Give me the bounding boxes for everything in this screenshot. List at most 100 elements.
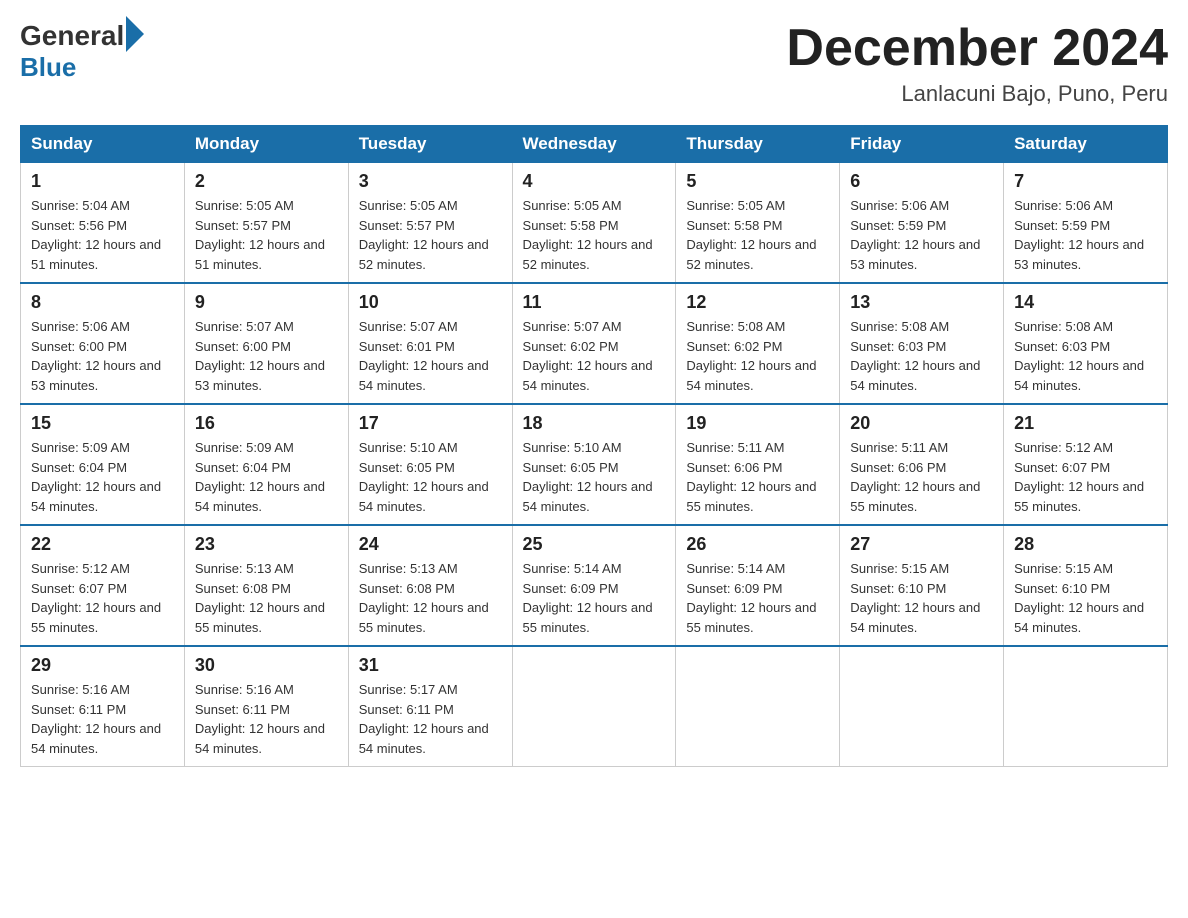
calendar-day-cell: 21 Sunrise: 5:12 AM Sunset: 6:07 PM Dayl… [1004,404,1168,525]
day-number: 25 [523,534,666,555]
calendar-day-cell: 13 Sunrise: 5:08 AM Sunset: 6:03 PM Dayl… [840,283,1004,404]
day-number: 30 [195,655,338,676]
calendar-day-cell: 15 Sunrise: 5:09 AM Sunset: 6:04 PM Dayl… [21,404,185,525]
day-info: Sunrise: 5:05 AM Sunset: 5:57 PM Dayligh… [359,196,502,274]
calendar-day-cell: 12 Sunrise: 5:08 AM Sunset: 6:02 PM Dayl… [676,283,840,404]
calendar-week-row: 15 Sunrise: 5:09 AM Sunset: 6:04 PM Dayl… [21,404,1168,525]
calendar-day-cell: 6 Sunrise: 5:06 AM Sunset: 5:59 PM Dayli… [840,163,1004,284]
day-number: 17 [359,413,502,434]
weekday-header-thursday: Thursday [676,126,840,163]
day-number: 13 [850,292,993,313]
calendar-day-cell: 1 Sunrise: 5:04 AM Sunset: 5:56 PM Dayli… [21,163,185,284]
calendar-day-cell: 17 Sunrise: 5:10 AM Sunset: 6:05 PM Dayl… [348,404,512,525]
calendar-table: SundayMondayTuesdayWednesdayThursdayFrid… [20,125,1168,767]
day-info: Sunrise: 5:08 AM Sunset: 6:03 PM Dayligh… [1014,317,1157,395]
day-info: Sunrise: 5:12 AM Sunset: 6:07 PM Dayligh… [1014,438,1157,516]
day-number: 2 [195,171,338,192]
calendar-day-cell: 23 Sunrise: 5:13 AM Sunset: 6:08 PM Dayl… [184,525,348,646]
calendar-day-cell: 9 Sunrise: 5:07 AM Sunset: 6:00 PM Dayli… [184,283,348,404]
calendar-day-cell: 3 Sunrise: 5:05 AM Sunset: 5:57 PM Dayli… [348,163,512,284]
calendar-day-cell: 18 Sunrise: 5:10 AM Sunset: 6:05 PM Dayl… [512,404,676,525]
calendar-day-cell: 10 Sunrise: 5:07 AM Sunset: 6:01 PM Dayl… [348,283,512,404]
weekday-header-tuesday: Tuesday [348,126,512,163]
day-info: Sunrise: 5:13 AM Sunset: 6:08 PM Dayligh… [195,559,338,637]
day-info: Sunrise: 5:15 AM Sunset: 6:10 PM Dayligh… [850,559,993,637]
calendar-day-cell: 29 Sunrise: 5:16 AM Sunset: 6:11 PM Dayl… [21,646,185,767]
calendar-day-cell: 4 Sunrise: 5:05 AM Sunset: 5:58 PM Dayli… [512,163,676,284]
calendar-day-cell [840,646,1004,767]
day-number: 15 [31,413,174,434]
day-info: Sunrise: 5:07 AM Sunset: 6:00 PM Dayligh… [195,317,338,395]
calendar-day-cell: 5 Sunrise: 5:05 AM Sunset: 5:58 PM Dayli… [676,163,840,284]
calendar-day-cell: 31 Sunrise: 5:17 AM Sunset: 6:11 PM Dayl… [348,646,512,767]
day-number: 21 [1014,413,1157,434]
calendar-day-cell [512,646,676,767]
day-info: Sunrise: 5:05 AM Sunset: 5:58 PM Dayligh… [686,196,829,274]
day-info: Sunrise: 5:05 AM Sunset: 5:57 PM Dayligh… [195,196,338,274]
day-info: Sunrise: 5:11 AM Sunset: 6:06 PM Dayligh… [850,438,993,516]
calendar-day-cell: 19 Sunrise: 5:11 AM Sunset: 6:06 PM Dayl… [676,404,840,525]
calendar-title: December 2024 [786,20,1168,77]
calendar-day-cell [676,646,840,767]
day-info: Sunrise: 5:06 AM Sunset: 6:00 PM Dayligh… [31,317,174,395]
day-number: 18 [523,413,666,434]
day-number: 14 [1014,292,1157,313]
day-number: 31 [359,655,502,676]
weekday-header-sunday: Sunday [21,126,185,163]
calendar-day-cell: 11 Sunrise: 5:07 AM Sunset: 6:02 PM Dayl… [512,283,676,404]
day-info: Sunrise: 5:14 AM Sunset: 6:09 PM Dayligh… [686,559,829,637]
day-number: 10 [359,292,502,313]
day-number: 11 [523,292,666,313]
calendar-day-cell: 14 Sunrise: 5:08 AM Sunset: 6:03 PM Dayl… [1004,283,1168,404]
day-info: Sunrise: 5:14 AM Sunset: 6:09 PM Dayligh… [523,559,666,637]
weekday-header-saturday: Saturday [1004,126,1168,163]
day-number: 19 [686,413,829,434]
day-info: Sunrise: 5:09 AM Sunset: 6:04 PM Dayligh… [31,438,174,516]
weekday-header-friday: Friday [840,126,1004,163]
day-number: 7 [1014,171,1157,192]
weekday-header-wednesday: Wednesday [512,126,676,163]
day-info: Sunrise: 5:17 AM Sunset: 6:11 PM Dayligh… [359,680,502,758]
day-number: 16 [195,413,338,434]
day-info: Sunrise: 5:07 AM Sunset: 6:02 PM Dayligh… [523,317,666,395]
day-number: 9 [195,292,338,313]
calendar-day-cell: 26 Sunrise: 5:14 AM Sunset: 6:09 PM Dayl… [676,525,840,646]
calendar-week-row: 29 Sunrise: 5:16 AM Sunset: 6:11 PM Dayl… [21,646,1168,767]
day-number: 12 [686,292,829,313]
weekday-header-monday: Monday [184,126,348,163]
day-info: Sunrise: 5:08 AM Sunset: 6:02 PM Dayligh… [686,317,829,395]
day-info: Sunrise: 5:16 AM Sunset: 6:11 PM Dayligh… [31,680,174,758]
logo: General Blue [20,20,144,83]
calendar-day-cell: 8 Sunrise: 5:06 AM Sunset: 6:00 PM Dayli… [21,283,185,404]
day-number: 8 [31,292,174,313]
day-info: Sunrise: 5:08 AM Sunset: 6:03 PM Dayligh… [850,317,993,395]
day-info: Sunrise: 5:13 AM Sunset: 6:08 PM Dayligh… [359,559,502,637]
day-info: Sunrise: 5:15 AM Sunset: 6:10 PM Dayligh… [1014,559,1157,637]
logo-blue-text: Blue [20,52,76,83]
day-info: Sunrise: 5:12 AM Sunset: 6:07 PM Dayligh… [31,559,174,637]
day-info: Sunrise: 5:07 AM Sunset: 6:01 PM Dayligh… [359,317,502,395]
weekday-header-row: SundayMondayTuesdayWednesdayThursdayFrid… [21,126,1168,163]
calendar-day-cell: 28 Sunrise: 5:15 AM Sunset: 6:10 PM Dayl… [1004,525,1168,646]
calendar-week-row: 22 Sunrise: 5:12 AM Sunset: 6:07 PM Dayl… [21,525,1168,646]
day-number: 6 [850,171,993,192]
day-number: 20 [850,413,993,434]
day-info: Sunrise: 5:16 AM Sunset: 6:11 PM Dayligh… [195,680,338,758]
calendar-day-cell: 16 Sunrise: 5:09 AM Sunset: 6:04 PM Dayl… [184,404,348,525]
day-number: 22 [31,534,174,555]
day-info: Sunrise: 5:09 AM Sunset: 6:04 PM Dayligh… [195,438,338,516]
calendar-day-cell [1004,646,1168,767]
day-number: 24 [359,534,502,555]
day-info: Sunrise: 5:06 AM Sunset: 5:59 PM Dayligh… [1014,196,1157,274]
day-number: 26 [686,534,829,555]
calendar-subtitle: Lanlacuni Bajo, Puno, Peru [786,81,1168,107]
day-number: 23 [195,534,338,555]
day-info: Sunrise: 5:06 AM Sunset: 5:59 PM Dayligh… [850,196,993,274]
calendar-day-cell: 7 Sunrise: 5:06 AM Sunset: 5:59 PM Dayli… [1004,163,1168,284]
calendar-title-block: December 2024 Lanlacuni Bajo, Puno, Peru [786,20,1168,107]
day-info: Sunrise: 5:04 AM Sunset: 5:56 PM Dayligh… [31,196,174,274]
day-info: Sunrise: 5:10 AM Sunset: 6:05 PM Dayligh… [523,438,666,516]
day-number: 27 [850,534,993,555]
calendar-day-cell: 24 Sunrise: 5:13 AM Sunset: 6:08 PM Dayl… [348,525,512,646]
day-number: 1 [31,171,174,192]
